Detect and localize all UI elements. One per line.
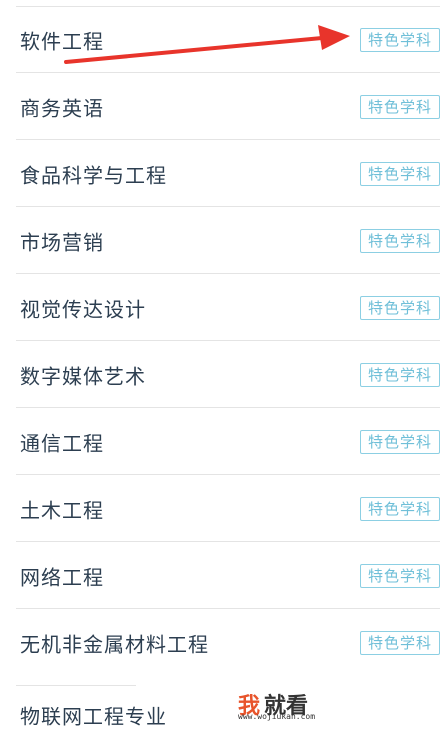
major-name: 物联网工程专业 [20, 704, 167, 728]
list-item-inorganic-materials[interactable]: 无机非金属材料工程 特色学科 [0, 609, 448, 676]
list-item-civil-engineering[interactable]: 土木工程 特色学科 [0, 475, 448, 542]
featured-badge: 特色学科 [359, 362, 440, 387]
featured-badge: 特色学科 [359, 94, 440, 119]
featured-badge: 特色学科 [359, 630, 440, 655]
site-watermark: 我就看 www.wojiukan.com [238, 688, 368, 728]
major-name: 视觉传达设计 [20, 297, 146, 321]
watermark-url: www.wojiukan.com [238, 712, 316, 721]
list-item-visual-design[interactable]: 视觉传达设计 特色学科 [0, 274, 448, 341]
major-name: 市场营销 [20, 230, 104, 254]
list-item-digital-media-art[interactable]: 数字媒体艺术 特色学科 [0, 341, 448, 408]
list-item-communication-engineering[interactable]: 通信工程 特色学科 [0, 408, 448, 475]
featured-badge: 特色学科 [359, 228, 440, 253]
major-name: 网络工程 [20, 565, 104, 589]
major-name: 通信工程 [20, 431, 104, 455]
featured-badge: 特色学科 [359, 563, 440, 588]
featured-badge: 特色学科 [359, 496, 440, 521]
featured-badge: 特色学科 [359, 161, 440, 186]
major-list-page: 软件工程 特色学科 商务英语 特色学科 食品科学与工程 特色学科 市场营销 特色… [0, 0, 448, 738]
major-name: 数字媒体艺术 [20, 364, 146, 388]
featured-badge: 特色学科 [359, 295, 440, 320]
row-divider [16, 685, 136, 686]
list-item-food-science[interactable]: 食品科学与工程 特色学科 [0, 140, 448, 207]
list-item-business-english[interactable]: 商务英语 特色学科 [0, 73, 448, 140]
major-name: 食品科学与工程 [20, 163, 167, 187]
featured-badge: 特色学科 [359, 27, 440, 52]
major-name: 土木工程 [20, 498, 104, 522]
major-name: 无机非金属材料工程 [20, 632, 209, 656]
list-item-marketing[interactable]: 市场营销 特色学科 [0, 207, 448, 274]
featured-badge: 特色学科 [359, 429, 440, 454]
major-name: 软件工程 [20, 29, 104, 53]
list-item-iot-engineering[interactable]: 物联网工程专业 [0, 681, 448, 738]
major-name: 商务英语 [20, 96, 104, 120]
list-item-network-engineering[interactable]: 网络工程 特色学科 [0, 542, 448, 609]
list-item-software-engineering[interactable]: 软件工程 特色学科 [0, 6, 448, 73]
